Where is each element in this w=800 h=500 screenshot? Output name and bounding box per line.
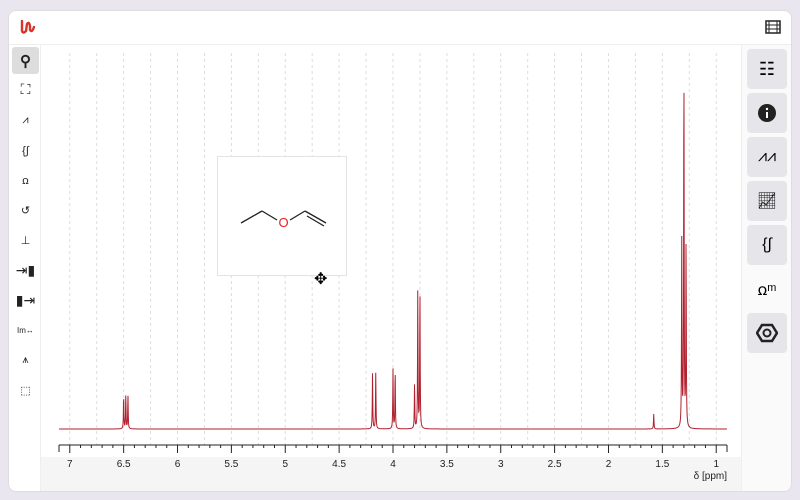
x-tick-label: 7 [67, 459, 73, 470]
integral-icon: {∫ [22, 144, 29, 157]
oxygen-atom: O [278, 215, 288, 230]
integral-icon: {∫ [762, 236, 772, 253]
apodization-icon: ⩚ [22, 354, 29, 366]
film-icon[interactable] [765, 20, 781, 34]
integrals-panel-button[interactable]: {∫ [747, 225, 787, 265]
x-tick-label: 5 [282, 459, 288, 470]
x-tick-label: 6 [175, 459, 181, 470]
peak-picking-button[interactable]: ⩘ [12, 107, 39, 134]
x-tick-label: 2.5 [548, 459, 562, 470]
zoom-tool-button[interactable]: ⚲ [12, 47, 39, 74]
integral-button[interactable]: {∫ [12, 137, 39, 164]
export-icon: ▮⇥ [15, 292, 36, 308]
chart-panel-button[interactable]: 📈︎ [747, 181, 787, 221]
fullscreen-icon: ⛶ [20, 81, 31, 97]
baseline-icon: ⊥ [20, 235, 31, 247]
full-zoom-button[interactable]: ⛶ [12, 76, 39, 103]
multiplet-button[interactable]: ꭥ [12, 167, 39, 194]
select-box-icon: ⬚ [20, 385, 31, 397]
x-tick-label: 5.5 [224, 459, 238, 470]
apodization-button[interactable]: ⩚ [12, 347, 39, 374]
x-tick-label: 1 [713, 459, 719, 470]
search-icon: ⚲ [20, 52, 31, 70]
info-icon [758, 104, 776, 122]
exclusion-icon: Im↔ [17, 326, 34, 335]
import-button[interactable]: ⇥▮ [12, 257, 39, 284]
information-panel-button[interactable] [747, 93, 787, 133]
move-cursor-icon: ✥ [314, 271, 328, 288]
phase-icon: ↺ [20, 205, 31, 217]
peaks-icon: ⩘⩘ [757, 148, 777, 165]
baseline-button[interactable]: ⊥ [12, 227, 39, 254]
x-tick-label: 3.5 [440, 459, 454, 470]
import-icon: ⇥▮ [15, 262, 36, 278]
spectra-panel-button[interactable]: ☷ [747, 49, 787, 89]
spectrum-plot[interactable]: 76.565.554.543.532.521.51 O ✥ δ [ppm] ⋮ [41, 45, 775, 492]
peaks-panel-button[interactable]: ⩘⩘ [747, 137, 787, 177]
phase-correction-button[interactable]: ↺ [12, 197, 39, 224]
peaks-icon: ⩘ [22, 114, 29, 126]
hexagon-icon [756, 323, 778, 343]
top-bar [9, 11, 791, 45]
right-panel: ☷ ⩘⩘ 📈︎ {∫ ꭥᵐ [741, 45, 791, 491]
x-tick-label: 6.5 [117, 459, 131, 470]
x-tick-label: 3 [498, 459, 504, 470]
x-tick-label: 4.5 [332, 459, 346, 470]
molecule-structure[interactable]: O [217, 156, 347, 276]
exclusion-zones-button[interactable]: Im↔ [12, 317, 39, 344]
app-window: ⚲ ⛶ ⩘ {∫ ꭥ ↺ ⊥ ⇥▮ ▮⇥ Im↔ ⩚ ⬚ 7 6.5 6 5.5 5 4.… [8, 10, 792, 492]
export-button[interactable]: ▮⇥ [12, 287, 39, 314]
structures-panel-button[interactable] [747, 313, 787, 353]
range-select-button[interactable]: ⬚ [12, 377, 39, 404]
left-toolbar: ⚲ ⛶ ⩘ {∫ ꭥ ↺ ⊥ ⇥▮ ▮⇥ Im↔ ⩚ ⬚ [9, 45, 41, 491]
molecule-drawing: O [240, 210, 327, 230]
x-tick-label: 2 [606, 459, 612, 470]
chart-trend-icon: 📈︎ [756, 193, 778, 210]
multiplet-icon: ꭥᵐ [757, 282, 777, 299]
spectrum-svg[interactable]: 7 6.5 6 5.5 5 4.5 4 3.5 3 2.5 2 1.5 1 [41, 45, 741, 492]
x-tick-label: 1.5 [655, 459, 669, 470]
multiplet-icon: ꭥ [22, 175, 29, 187]
list-icon: ☷ [758, 58, 776, 79]
multiplets-panel-button[interactable]: ꭥᵐ [747, 269, 787, 309]
x-axis-label: δ [ppm] [693, 471, 727, 482]
x-tick-label: 4 [390, 459, 396, 470]
nmrium-logo-icon [20, 19, 36, 34]
